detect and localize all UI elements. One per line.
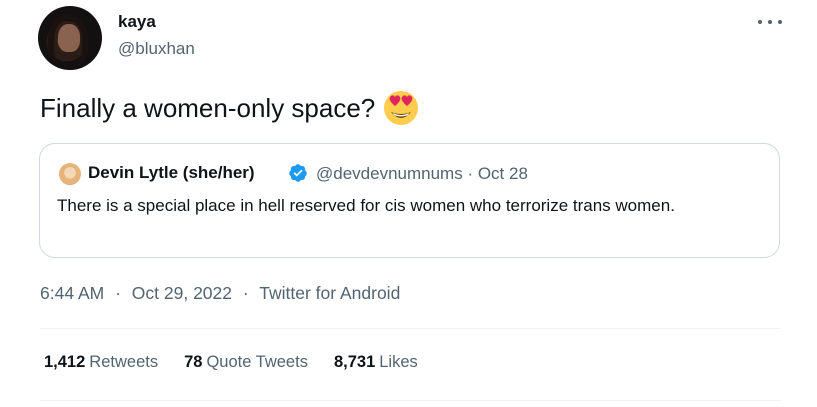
quoted-tweet[interactable]: Devin Lytle (she/her) @devdevnumnums · O… — [39, 143, 780, 258]
divider — [40, 328, 781, 329]
meta-separator: · — [242, 283, 249, 303]
tweet-text: Finally a women-only space? — [40, 92, 376, 123]
author-handle[interactable]: @bluxhan — [118, 39, 195, 59]
quoted-text: There is a special place in hell reserve… — [57, 196, 675, 215]
tweet-body: Finally a women-only space? — [40, 90, 419, 126]
likes-label: Likes — [379, 353, 418, 371]
engagement-stats: 1,412 Retweets 78 Quote Tweets 8,731 Likes — [44, 353, 444, 372]
retweets-count: 1,412 — [44, 353, 86, 371]
avatar-face — [58, 24, 80, 52]
quoted-handle-date[interactable]: @devdevnumnums · Oct 28 — [316, 164, 528, 184]
likes-count: 8,731 — [333, 353, 376, 371]
quote-tweets-label: Quote Tweets — [206, 353, 308, 371]
tweet-source[interactable]: Twitter for Android — [259, 283, 400, 303]
quote-tweets-stat[interactable]: 78 Quote Tweets — [184, 353, 308, 372]
meta-separator: · — [115, 283, 121, 303]
likes-stat[interactable]: 8,731 Likes — [334, 353, 418, 372]
tweet-time[interactable]: 6:44 AM — [40, 283, 104, 303]
verified-badge-icon — [288, 163, 308, 183]
heart-eyes-emoji-icon — [383, 90, 419, 126]
tweet-metadata: 6:44 AM · Oct 29, 2022 · Twitter for And… — [40, 283, 400, 304]
tweet-date[interactable]: Oct 29, 2022 — [132, 283, 232, 303]
quoted-author-name[interactable]: Devin Lytle (she/her) — [88, 163, 255, 183]
divider — [40, 400, 781, 401]
more-options-icon[interactable] — [758, 12, 782, 32]
retweets-label: Retweets — [89, 353, 159, 371]
retweets-stat[interactable]: 1,412 Retweets — [44, 353, 158, 372]
quoted-avatar[interactable] — [59, 163, 81, 185]
author-name[interactable]: kaya — [118, 12, 156, 32]
author-avatar[interactable] — [38, 6, 102, 70]
tweet-card: kaya @bluxhan Finally a women-only space… — [0, 0, 817, 407]
quote-tweets-count: 78 — [184, 353, 203, 371]
